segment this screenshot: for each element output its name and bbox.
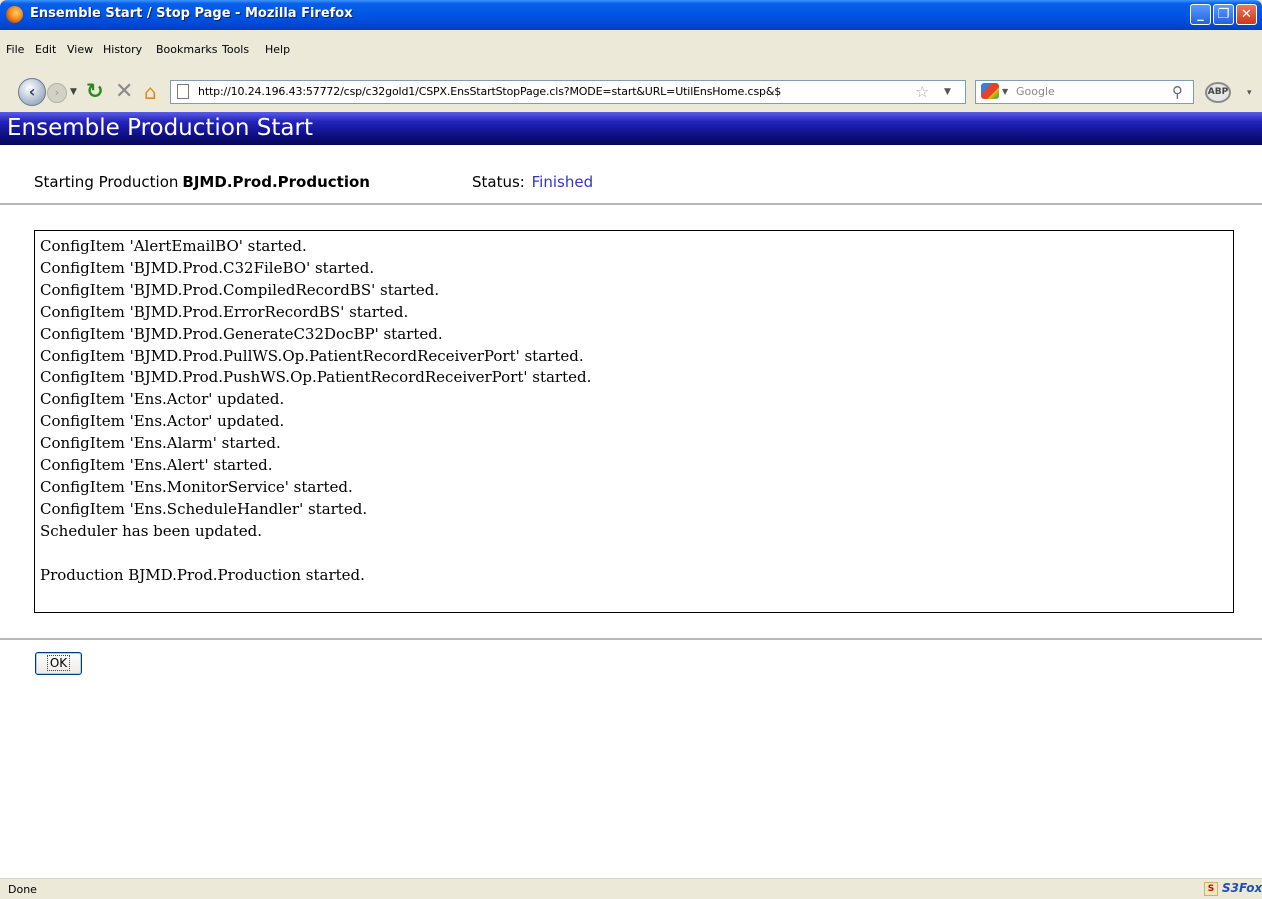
window-title: Ensemble Start / Stop Page - Mozilla Fir… [30, 6, 353, 21]
bookmark-star-icon[interactable]: ☆ [915, 82, 929, 101]
page-title: Ensemble Production Start [7, 115, 313, 141]
log-line: Production BJMD.Prod.Production started. [40, 565, 365, 584]
log-line: ConfigItem 'Ens.MonitorService' started. [40, 477, 353, 496]
menu-edit[interactable]: Edit [35, 43, 56, 56]
status-value: Finished [531, 173, 594, 191]
menu-file[interactable]: File [6, 43, 24, 56]
search-icon[interactable]: ⚲ [1172, 83, 1183, 101]
production-line: Starting Production BJMD.Prod.Production [34, 173, 370, 191]
status-line: Status: Finished [472, 173, 593, 191]
log-line: ConfigItem 'BJMD.Prod.PushWS.Op.PatientR… [40, 368, 592, 387]
log-line: ConfigItem 'BJMD.Prod.ErrorRecordBS' sta… [40, 302, 409, 321]
adblock-dropdown-icon[interactable]: ▾ [1247, 88, 1252, 98]
menu-bookmarks[interactable]: Bookmarks [156, 43, 217, 56]
url-text[interactable]: http://10.24.196.43:57772/csp/c32gold1/C… [198, 85, 781, 98]
ok-label: OK [46, 655, 71, 671]
log-line: ConfigItem 'BJMD.Prod.PullWS.Op.PatientR… [40, 346, 584, 365]
adblock-icon[interactable]: ABP [1205, 82, 1231, 103]
menu-help[interactable]: Help [265, 43, 290, 56]
back-button[interactable]: ‹ [18, 78, 46, 106]
status-bar: Done S S3Fox [0, 878, 1262, 899]
stop-icon[interactable]: ✕ [115, 79, 133, 104]
s3fox-label[interactable]: S3Fox [1222, 881, 1262, 895]
production-name: BJMD.Prod.Production [182, 173, 370, 191]
close-button[interactable]: ✕ [1236, 4, 1257, 25]
divider [0, 638, 1262, 640]
navigation-toolbar: ‹ › ▼ ↻ ✕ ⌂ http://10.24.196.43:57772/cs… [0, 60, 1262, 112]
log-line: ConfigItem 'Ens.Alarm' started. [40, 434, 281, 453]
log-line: ConfigItem 'Ens.Actor' updated. [40, 412, 285, 431]
log-output: ConfigItem 'AlertEmailBO' started. Confi… [34, 230, 1234, 613]
ok-button[interactable]: OK [35, 652, 82, 675]
search-placeholder[interactable]: Google [1016, 85, 1055, 98]
search-engine-dropdown-icon[interactable]: ▼ [1002, 87, 1008, 96]
starting-label: Starting Production [34, 173, 179, 191]
window-title-bar: Ensemble Start / Stop Page - Mozilla Fir… [0, 0, 1262, 30]
page-content: Starting Production BJMD.Prod.Production … [0, 145, 1262, 878]
reload-icon[interactable]: ↻ [86, 79, 104, 103]
divider [0, 203, 1262, 205]
menu-view[interactable]: View [67, 43, 93, 56]
firefox-icon [6, 6, 23, 23]
log-line: ConfigItem 'Ens.ScheduleHandler' started… [40, 499, 368, 518]
search-bar[interactable]: ▼ Google ⚲ [975, 80, 1194, 104]
google-icon[interactable] [981, 83, 999, 99]
url-dropdown-icon[interactable]: ▼ [944, 87, 951, 97]
log-line: ConfigItem 'BJMD.Prod.GenerateC32DocBP' … [40, 324, 443, 343]
forward-button[interactable]: › [47, 83, 67, 103]
status-label: Status: [472, 173, 525, 191]
menu-tools[interactable]: Tools [222, 43, 249, 56]
minimize-button[interactable]: _ [1190, 4, 1211, 25]
log-line: ConfigItem 'BJMD.Prod.CompiledRecordBS' … [40, 280, 440, 299]
log-line: ConfigItem 'BJMD.Prod.C32FileBO' started… [40, 258, 375, 277]
page-header: Ensemble Production Start [0, 112, 1262, 145]
maximize-button[interactable]: ❐ [1213, 4, 1234, 25]
s3fox-icon[interactable]: S [1204, 882, 1218, 896]
home-icon[interactable]: ⌂ [144, 80, 157, 104]
address-bar[interactable]: http://10.24.196.43:57772/csp/c32gold1/C… [170, 80, 966, 104]
log-line: Scheduler has been updated. [40, 521, 263, 540]
history-dropdown-icon[interactable]: ▼ [70, 87, 77, 97]
log-line: ConfigItem 'Ens.Alert' started. [40, 456, 273, 475]
menu-history[interactable]: History [103, 43, 142, 56]
page-icon [177, 84, 189, 99]
menu-bar: File Edit View History Bookmarks Tools H… [0, 30, 1262, 60]
log-line: ConfigItem 'AlertEmailBO' started. [40, 237, 307, 255]
status-text: Done [8, 883, 37, 896]
log-lines: ConfigItem 'AlertEmailBO' started. Confi… [35, 236, 591, 587]
log-line: ConfigItem 'Ens.Actor' updated. [40, 390, 285, 409]
